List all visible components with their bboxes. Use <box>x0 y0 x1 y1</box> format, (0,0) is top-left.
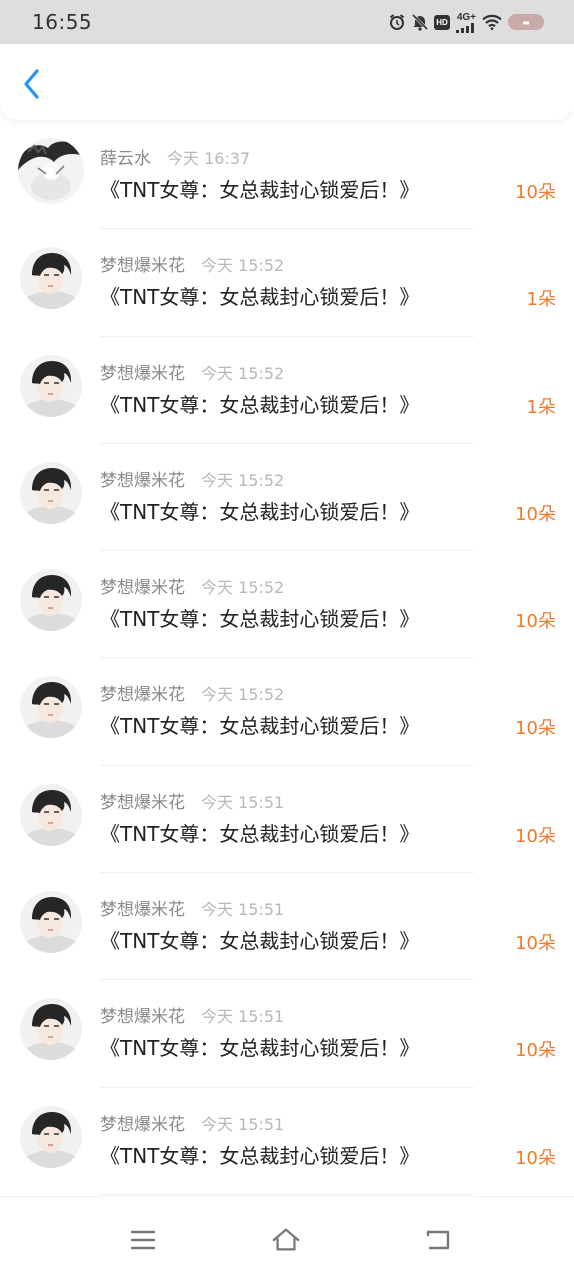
gift-amount: 10朵 <box>515 1147 556 1169</box>
sender-name: 梦想爆米花 <box>100 1114 185 1135</box>
timestamp: 今天 15:52 <box>201 363 285 383</box>
item-meta: 薛云水 今天 16:37 <box>100 144 250 169</box>
list-item[interactable]: 薛云水 今天 16:37 《TNT女尊：女总裁封心锁爱后！》 10朵 <box>0 122 574 230</box>
timestamp: 今天 15:52 <box>201 470 285 490</box>
alarm-icon <box>388 13 406 31</box>
avatar[interactable] <box>20 676 82 739</box>
status-bar: 16:55 HD 4G+ ▬ <box>0 0 574 44</box>
back-icon <box>426 1230 450 1250</box>
avatar[interactable] <box>20 891 82 954</box>
battery-icon: ▬ <box>508 14 544 30</box>
avatar[interactable] <box>20 1105 82 1168</box>
hd-icon: HD <box>434 14 450 30</box>
sender-name: 梦想爆米花 <box>100 470 185 491</box>
list-item[interactable]: 梦想爆米花 今天 15:52 《TNT女尊：女总裁封心锁爱后！》 10朵 <box>0 444 574 552</box>
system-back-button[interactable] <box>423 1225 453 1255</box>
book-title: 《TNT女尊：女总裁封心锁爱后！》 <box>100 929 420 954</box>
item-meta: 梦想爆米花 今天 15:52 <box>100 359 284 384</box>
avatar[interactable] <box>20 998 82 1061</box>
gift-amount: 1朵 <box>526 396 556 418</box>
gift-amount: 1朵 <box>526 289 556 311</box>
gift-amount: 10朵 <box>515 825 556 847</box>
network-label: 4G+ <box>456 11 476 23</box>
book-title: 《TNT女尊：女总裁封心锁爱后！》 <box>100 392 420 417</box>
avatar[interactable] <box>20 354 82 417</box>
sender-name: 梦想爆米花 <box>100 900 185 921</box>
signal-icon: 4G+ <box>456 12 476 33</box>
divider <box>100 1193 474 1195</box>
book-title: 《TNT女尊：女总裁封心锁爱后！》 <box>100 1036 420 1061</box>
sender-name: 梦想爆米花 <box>100 685 185 706</box>
book-title: 《TNT女尊：女总裁封心锁爱后！》 <box>100 607 420 632</box>
home-icon <box>272 1228 300 1251</box>
status-time: 16:55 <box>32 10 93 34</box>
gift-amount: 10朵 <box>515 933 556 955</box>
status-icons: HD 4G+ ▬ <box>388 12 544 33</box>
menu-button[interactable] <box>128 1225 158 1255</box>
book-title: 《TNT女尊：女总裁封心锁爱后！》 <box>100 1143 420 1168</box>
wifi-icon <box>482 14 502 30</box>
list-item[interactable]: 梦想爆米花 今天 15:52 《TNT女尊：女总裁封心锁爱后！》 10朵 <box>0 658 574 766</box>
gift-record-list: 薛云水 今天 16:37 《TNT女尊：女总裁封心锁爱后！》 10朵 梦想爆米花 今天 1… <box>0 122 574 1195</box>
item-meta: 梦想爆米花 今天 15:51 <box>100 788 284 813</box>
list-item[interactable]: 梦想爆米花 今天 15:52 《TNT女尊：女总裁封心锁爱后！》 1朵 <box>0 337 574 444</box>
timestamp: 今天 15:51 <box>201 1114 285 1134</box>
timestamp: 今天 15:52 <box>201 685 285 705</box>
sender-name: 梦想爆米花 <box>100 578 185 599</box>
timestamp: 今天 15:51 <box>201 900 285 920</box>
sender-name: 梦想爆米花 <box>100 1007 185 1028</box>
avatar[interactable] <box>20 461 82 524</box>
list-item[interactable]: 梦想爆米花 今天 15:51 《TNT女尊：女总裁封心锁爱后！》 10朵 <box>0 873 574 981</box>
item-meta: 梦想爆米花 今天 15:51 <box>100 895 284 920</box>
item-meta: 梦想爆米花 今天 15:52 <box>100 573 284 598</box>
item-meta: 梦想爆米花 今天 15:51 <box>100 1002 284 1027</box>
timestamp: 今天 15:52 <box>201 578 285 598</box>
item-meta: 梦想爆米花 今天 15:52 <box>100 466 284 491</box>
gift-amount: 10朵 <box>515 182 556 203</box>
book-title: 《TNT女尊：女总裁封心锁爱后！》 <box>100 178 420 202</box>
book-title: 《TNT女尊：女总裁封心锁爱后！》 <box>100 499 420 524</box>
timestamp: 今天 15:51 <box>201 792 285 812</box>
chevron-left-icon <box>24 69 39 99</box>
list-item[interactable]: 梦想爆米花 今天 15:51 《TNT女尊：女总裁封心锁爱后！》 10朵 <box>0 980 574 1088</box>
item-meta: 梦想爆米花 今天 15:52 <box>100 251 284 276</box>
timestamp: 今天 15:52 <box>201 256 285 276</box>
timestamp: 今天 15:51 <box>201 1007 285 1027</box>
list-item[interactable]: 梦想爆米花 今天 15:52 《TNT女尊：女总裁封心锁爱后！》 1朵 <box>0 229 574 337</box>
avatar[interactable] <box>20 247 82 310</box>
home-button[interactable] <box>271 1225 301 1255</box>
book-title: 《TNT女尊：女总裁封心锁爱后！》 <box>100 821 420 846</box>
system-nav-bar <box>0 1196 574 1280</box>
timestamp: 今天 16:37 <box>167 149 251 168</box>
mute-icon <box>412 13 428 31</box>
sender-name: 梦想爆米花 <box>100 256 185 277</box>
menu-icon <box>130 1230 156 1250</box>
sender-name: 薛云水 <box>100 149 151 169</box>
sender-name: 梦想爆米花 <box>100 792 185 813</box>
gift-amount: 10朵 <box>515 611 556 633</box>
list-item[interactable]: 梦想爆米花 今天 15:52 《TNT女尊：女总裁封心锁爱后！》 10朵 <box>0 551 574 659</box>
avatar[interactable] <box>20 569 82 632</box>
item-meta: 梦想爆米花 今天 15:52 <box>100 680 284 705</box>
back-button[interactable] <box>16 68 48 100</box>
list-item[interactable]: 梦想爆米花 今天 15:51 《TNT女尊：女总裁封心锁爱后！》 10朵 <box>0 1088 574 1195</box>
book-title: 《TNT女尊：女总裁封心锁爱后！》 <box>100 285 420 310</box>
sender-name: 梦想爆米花 <box>100 363 185 384</box>
gift-amount: 10朵 <box>515 1040 556 1062</box>
avatar[interactable] <box>18 138 84 204</box>
book-title: 《TNT女尊：女总裁封心锁爱后！》 <box>100 714 420 739</box>
gift-amount: 10朵 <box>515 503 556 525</box>
gift-amount: 10朵 <box>515 718 556 740</box>
list-item[interactable]: 梦想爆米花 今天 15:51 《TNT女尊：女总裁封心锁爱后！》 10朵 <box>0 766 574 874</box>
page-header <box>0 44 574 120</box>
item-meta: 梦想爆米花 今天 15:51 <box>100 1110 284 1135</box>
avatar[interactable] <box>20 783 82 846</box>
